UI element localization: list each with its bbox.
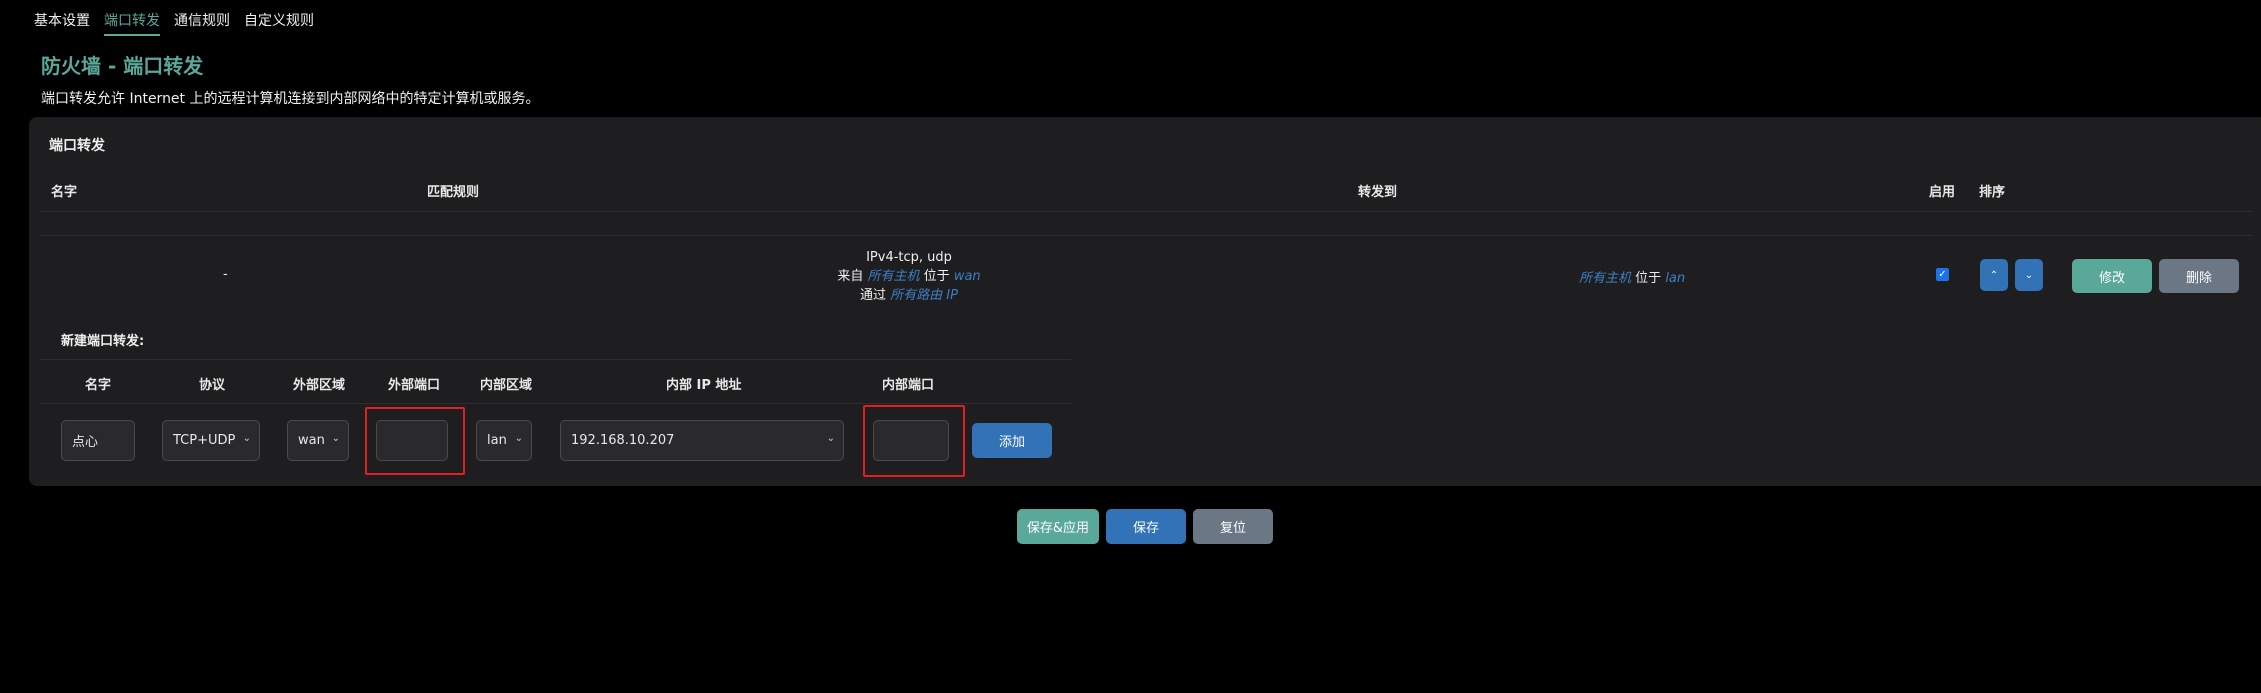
add-button[interactable]: 添加 xyxy=(972,423,1052,458)
new-name-input[interactable]: 点心 xyxy=(61,420,135,461)
new-column-protocol: 协议 xyxy=(199,378,226,393)
rule-protocol: IPv4-tcp, udp xyxy=(866,250,952,265)
int-port-input[interactable] xyxy=(873,420,949,461)
new-header-divider xyxy=(40,403,1071,404)
page-title: 防火墙 - 端口转发 xyxy=(41,54,204,78)
source-zone-link[interactable]: wan xyxy=(954,269,981,284)
edit-button[interactable]: 修改 xyxy=(2072,259,2152,293)
protocol-select-value: TCP+UDP xyxy=(173,433,236,448)
column-header-name: 名字 xyxy=(51,185,78,200)
move-down-button[interactable]: ⌄ xyxy=(2015,259,2043,291)
int-ip-select[interactable]: 192.168.10.207 ⌄ xyxy=(560,420,844,461)
via-ip-link[interactable]: 所有路由 IP xyxy=(890,288,958,303)
int-zone-select[interactable]: lan ⌄ xyxy=(476,420,532,461)
delete-button[interactable]: 删除 xyxy=(2159,259,2239,293)
source-host-link[interactable]: 所有主机 xyxy=(868,269,920,284)
new-column-int-port: 内部端口 xyxy=(882,378,935,393)
protocol-select[interactable]: TCP+UDP ⌄ xyxy=(162,420,260,461)
chevron-down-icon: ⌄ xyxy=(242,433,251,444)
via-label: 通过 xyxy=(860,288,887,303)
column-header-sort: 排序 xyxy=(1979,185,2006,200)
rule-via: 通过 所有路由 IP xyxy=(669,286,1149,305)
rule-name: - xyxy=(223,267,228,282)
column-header-forward: 转发到 xyxy=(1358,185,1398,200)
chevron-down-icon: ⌄ xyxy=(2024,269,2034,281)
int-zone-select-value: lan xyxy=(487,433,507,448)
chevron-down-icon: ⌄ xyxy=(331,433,340,444)
chevron-up-icon: ⌃ xyxy=(1989,269,1999,281)
rule-forward-to: 所有主机 位于 lan xyxy=(1579,267,1685,286)
ext-zone-select-value: wan xyxy=(298,433,325,448)
section-title: 端口转发 xyxy=(49,138,105,154)
rule-match: IPv4-tcp, udp 来自 所有主机 位于 wan 通过 所有路由 IP xyxy=(669,248,1149,305)
tab-bar: 基本设置 端口转发 通信规则 自定义规则 xyxy=(34,0,314,36)
forward-host-link[interactable]: 所有主机 xyxy=(1579,271,1631,286)
move-up-button[interactable]: ⌃ xyxy=(1980,259,2008,291)
new-rule-title: 新建端口转发: xyxy=(61,334,145,349)
enable-checkbox[interactable]: ✓ xyxy=(1936,268,1949,281)
row-divider xyxy=(40,235,2253,236)
chevron-down-icon: ⌄ xyxy=(826,433,835,444)
save-apply-button[interactable]: 保存&应用 xyxy=(1017,509,1099,544)
column-header-enable: 启用 xyxy=(1929,185,1956,200)
tab-custom-rules[interactable]: 自定义规则 xyxy=(244,0,314,36)
tab-traffic-rules[interactable]: 通信规则 xyxy=(174,0,230,36)
new-column-int-ip: 内部 IP 地址 xyxy=(666,378,742,393)
new-column-int-zone: 内部区域 xyxy=(480,378,533,393)
rule-source: 来自 所有主机 位于 wan xyxy=(669,267,1149,286)
chevron-down-icon: ⌄ xyxy=(514,433,523,444)
reset-button[interactable]: 复位 xyxy=(1193,509,1273,544)
new-column-ext-zone: 外部区域 xyxy=(293,378,346,393)
save-button[interactable]: 保存 xyxy=(1106,509,1186,544)
tab-port-forwarding[interactable]: 端口转发 xyxy=(104,0,160,36)
column-header-match: 匹配规则 xyxy=(427,185,480,200)
new-rule-divider xyxy=(40,359,1071,360)
at-label: 位于 xyxy=(923,269,950,284)
new-column-name: 名字 xyxy=(85,378,112,393)
forward-zone-link[interactable]: lan xyxy=(1665,271,1685,286)
ext-port-input[interactable] xyxy=(376,420,448,461)
from-label: 来自 xyxy=(837,269,864,284)
port-forward-panel: 端口转发 名字 匹配规则 转发到 启用 排序 - IPv4-tcp, udp 来… xyxy=(29,117,2261,486)
new-column-ext-port: 外部端口 xyxy=(388,378,441,393)
ext-zone-select[interactable]: wan ⌄ xyxy=(287,420,349,461)
header-divider xyxy=(40,211,2253,212)
int-ip-select-value: 192.168.10.207 xyxy=(571,433,675,448)
page-description: 端口转发允许 Internet 上的远程计算机连接到内部网络中的特定计算机或服务… xyxy=(41,91,540,107)
tab-basic-settings[interactable]: 基本设置 xyxy=(34,0,90,36)
forward-at-label: 位于 xyxy=(1635,271,1662,286)
